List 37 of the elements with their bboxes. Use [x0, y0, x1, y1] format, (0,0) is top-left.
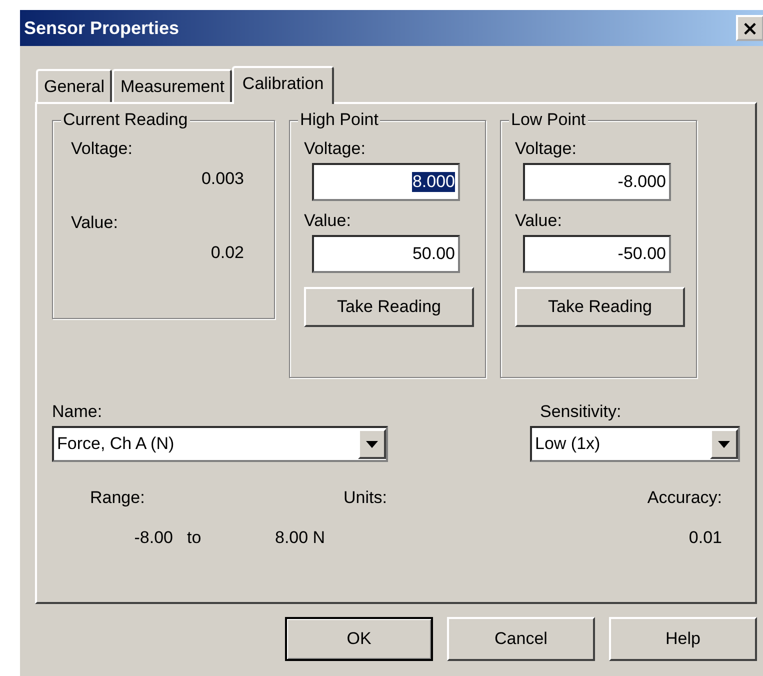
- value-label: Value:: [304, 211, 352, 231]
- dropdown-arrow-icon: [366, 440, 378, 448]
- window-title: Sensor Properties: [23, 18, 180, 38]
- voltage-field[interactable]: -8.000: [523, 163, 671, 201]
- group-title: High Point: [298, 110, 380, 130]
- name-label: Name:: [52, 402, 104, 422]
- sensitivity-label: Sensitivity:: [540, 402, 622, 422]
- dialog-button[interactable]: Cancel: [447, 617, 595, 661]
- units-label: Units:: [342, 488, 388, 509]
- tab[interactable]: Measurement: [112, 69, 232, 102]
- name-dropdown[interactable]: Force, Ch A (N): [52, 426, 388, 462]
- close-button[interactable]: ×: [736, 15, 763, 41]
- dropdown-arrow-icon: [718, 440, 730, 448]
- range-to-word: to: [187, 528, 202, 549]
- voltage-label: Voltage:: [515, 139, 578, 159]
- tab[interactable]: Calibration: [232, 66, 334, 104]
- range-label: Range:: [89, 488, 146, 509]
- dialog-button[interactable]: OK: [285, 617, 433, 661]
- voltage-reading: 0.003: [200, 169, 244, 189]
- take-reading-button[interactable]: Take Reading: [515, 287, 685, 327]
- value-label: Value:: [71, 213, 119, 233]
- accuracy-value: 0.01: [688, 528, 722, 549]
- range-from: -8.00: [133, 528, 174, 549]
- value-field[interactable]: 50.00: [312, 235, 460, 273]
- value-field[interactable]: -50.00: [523, 235, 671, 273]
- voltage-field[interactable]: 8.000: [312, 163, 460, 201]
- tab[interactable]: General: [36, 69, 112, 102]
- range-to: 8.00 N: [274, 528, 326, 549]
- take-reading-button[interactable]: Take Reading: [304, 287, 474, 327]
- accuracy-label: Accuracy:: [647, 488, 722, 509]
- voltage-label: Voltage:: [304, 139, 366, 159]
- sensitivity-dropdown[interactable]: Low (1x): [530, 426, 740, 462]
- voltage-label: Voltage:: [71, 139, 134, 159]
- group-title: Current Reading: [61, 110, 190, 130]
- value-label: Value:: [515, 211, 563, 231]
- value-reading: 0.02: [210, 243, 244, 263]
- dialog-button[interactable]: Help: [609, 617, 757, 661]
